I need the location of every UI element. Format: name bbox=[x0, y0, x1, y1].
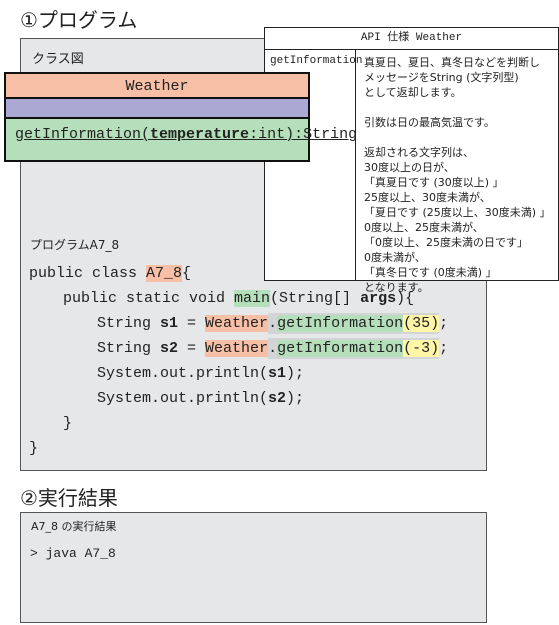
api-description-line: 返却される文字列は、 bbox=[364, 146, 474, 159]
api-description-line bbox=[364, 100, 550, 115]
api-description-line: 30度以上の日が、 bbox=[364, 161, 455, 174]
api-description-line: となります。 bbox=[364, 281, 429, 294]
api-description-line: 25度以上、30度未満が、 bbox=[364, 191, 491, 204]
result-label: A7_8 の実行結果 bbox=[31, 520, 117, 533]
uml-operation: getInformation(temperature:int):String bbox=[6, 119, 357, 160]
section-title-result: ②実行結果 bbox=[20, 486, 118, 510]
api-description-line: 0度未満が、 bbox=[364, 251, 426, 264]
code-line: System.out.println(s1); bbox=[97, 365, 305, 382]
code-line: } bbox=[29, 440, 39, 457]
api-description-line: 真夏日、夏日、真冬日などを判断し bbox=[364, 56, 540, 69]
uml-class-name: Weather bbox=[6, 74, 308, 99]
result-command: > java A7_8 bbox=[30, 546, 116, 561]
api-description: 真夏日、夏日、真冬日などを判断し メッセージをString (文字列型) として返却… bbox=[356, 49, 558, 294]
result-panel: A7_8 の実行結果 > java A7_8 bbox=[20, 512, 487, 623]
api-description-line: として返却します。 bbox=[364, 86, 462, 99]
api-description-line: 0度以上、25度未満が、 bbox=[364, 221, 484, 234]
code-line: System.out.println(s2); bbox=[97, 390, 305, 407]
code-line: } bbox=[63, 415, 73, 432]
api-description-line: 「真冬日です (0度未満) 」 bbox=[364, 266, 497, 279]
class-diagram-label: クラス図 bbox=[32, 52, 84, 67]
api-description-line: メッセージをString (文字列型) bbox=[364, 71, 519, 84]
code-line: String s1 = Weather.getInformation(35); bbox=[97, 313, 449, 334]
api-description-line: 引数は日の最高気温です。 bbox=[364, 116, 495, 129]
api-spec-title: API 仕様 Weather bbox=[265, 28, 558, 50]
program-label: プログラムA7_8 bbox=[30, 238, 120, 252]
uml-class-weather: Weather getInformation(temperature:int):… bbox=[4, 72, 357, 162]
api-description-line: 「真夏日です (30度以上) 」 bbox=[364, 176, 504, 189]
code-line: String s2 = Weather.getInformation(-3); bbox=[97, 338, 449, 359]
uml-attributes bbox=[6, 99, 308, 119]
section-title-program: ①プログラム bbox=[20, 8, 138, 32]
api-description-line bbox=[364, 130, 550, 145]
api-description-line: 「0度以上、25度未満の日です」 bbox=[364, 236, 528, 249]
api-description-line: 「夏日です (25度以上、30度未満) 」 bbox=[364, 206, 551, 219]
